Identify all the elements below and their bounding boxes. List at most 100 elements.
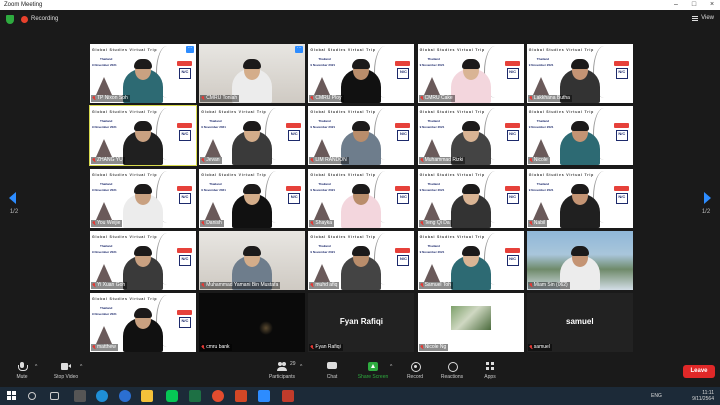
zoom-taskbar-icon[interactable]: [258, 390, 270, 402]
background-date: 9 November 2021: [92, 125, 117, 130]
share-screen-button[interactable]: Share Screen: [353, 362, 393, 380]
participant-tile[interactable]: Global Studies Virtual Trip Thailand 9 Nov…: [308, 44, 415, 103]
participant-tile[interactable]: Fyan Rafiqi Fyan Rafiqi: [308, 293, 415, 353]
participant-tile[interactable]: Global Studies Virtual Trip Thailand 9 Nov…: [417, 106, 524, 166]
view-button[interactable]: View: [692, 15, 714, 21]
background-country: Thailand: [318, 119, 331, 124]
reactions-button[interactable]: Reactions: [432, 362, 472, 380]
participant-video: [341, 183, 382, 228]
background-title: Global Studies Virtual Trip: [201, 110, 267, 115]
participant-name-tag: Nicole Ng: [418, 344, 449, 352]
background-title: Global Studies Virtual Trip: [310, 234, 376, 239]
maximize-icon[interactable]: □: [686, 0, 702, 10]
windows-start-icon[interactable]: [6, 390, 18, 402]
muted-microphone-icon: [310, 96, 314, 101]
temasek-logo: [286, 123, 302, 129]
record-button[interactable]: Record: [395, 362, 435, 380]
background-date: 9 November 2021: [419, 125, 445, 130]
participant-tile[interactable]: Global Studies Virtual Trip Thailand 9 Nov…: [526, 106, 633, 166]
edge-browser-icon[interactable]: [96, 390, 108, 402]
video-options-chevron-icon[interactable]: ^: [80, 364, 82, 370]
participant-name: samuel: [533, 344, 550, 351]
participant-tile[interactable]: Global Studies Virtual Trip Thailand 9 Nov…: [90, 230, 196, 290]
participant-tile[interactable]: Global Studies Virtual Trip Thailand 9 Nov…: [90, 168, 196, 228]
participant-tile[interactable]: Global Studies Virtual Trip Thailand 9 Nov…: [526, 44, 633, 103]
chat-button[interactable]: Chat: [312, 362, 352, 380]
previous-page-arrow-icon[interactable]: [9, 192, 16, 204]
language-indicator[interactable]: ENG: [651, 393, 662, 399]
participant-tile[interactable]: Global Studies Virtual Trip Thailand 9 Nov…: [308, 230, 415, 290]
participant-name: Miam Sin (062): [533, 281, 568, 288]
apps-button[interactable]: Apps: [470, 362, 510, 380]
participant-tile[interactable]: ··· CMRU Tonlah: [199, 44, 306, 103]
powerpoint-icon[interactable]: [235, 390, 247, 402]
next-page-arrow-icon[interactable]: [704, 192, 711, 204]
participant-tile[interactable]: cmru bank: [199, 293, 306, 353]
background-title: Global Studies Virtual Trip: [419, 172, 485, 177]
share-options-chevron-icon[interactable]: ^: [390, 364, 392, 370]
participant-tile[interactable]: Global Studies Virtual Trip Thailand 9 Nov…: [308, 106, 415, 166]
muted-microphone-icon: [201, 96, 205, 101]
participant-name: Muhammad Rizki: [424, 157, 464, 164]
participant-tile[interactable]: Global Studies Virtual Trip Thailand 9 Nov…: [417, 44, 524, 103]
close-icon[interactable]: ×: [704, 0, 720, 10]
view-label: View: [701, 15, 714, 21]
muted-microphone-icon: [420, 96, 424, 101]
participant-name: Jevan: [206, 157, 220, 164]
minimize-icon[interactable]: –: [668, 0, 684, 10]
tile-more-options-icon[interactable]: ···: [295, 46, 304, 53]
pdf-reader-icon[interactable]: [282, 390, 294, 402]
participant-tile[interactable]: Global Studies Virtual Trip Thailand 9 Nov…: [90, 44, 196, 103]
participant-tile[interactable]: Nicole Ng: [417, 293, 524, 353]
leave-button[interactable]: Leave: [683, 365, 715, 378]
mute-options-chevron-icon[interactable]: ^: [35, 364, 37, 370]
participant-tile[interactable]: Global Studies Virtual Trip Thailand 9 Nov…: [199, 168, 306, 228]
nc-logo: N/C: [506, 130, 519, 142]
system-clock[interactable]: 11:11 9/11/2564: [692, 390, 714, 402]
background-country: Thailand: [318, 243, 331, 248]
participant-video: [450, 59, 491, 103]
participant-video: [341, 59, 382, 103]
search-icon[interactable]: [28, 392, 36, 400]
chrome-icon[interactable]: [212, 390, 224, 402]
temple-illustration: [423, 263, 440, 282]
background-country: Thailand: [536, 57, 550, 61]
temasek-logo: [504, 185, 520, 191]
participant-video: [123, 183, 163, 228]
participant-tile[interactable]: Muhammad Yamani Bin Mustafa: [199, 230, 306, 290]
widgets-icon[interactable]: [74, 390, 86, 402]
task-view-icon[interactable]: [50, 392, 59, 400]
background-title: Global Studies Virtual Trip: [92, 297, 158, 302]
participant-tile[interactable]: Global Studies Virtual Trip Thailand 9 Nov…: [89, 105, 197, 167]
participant-tile[interactable]: Global Studies Virtual Trip Thailand 9 Nov…: [308, 168, 415, 228]
temple-illustration: [96, 139, 112, 158]
participants-options-chevron-icon[interactable]: ^: [300, 364, 302, 370]
participant-tile[interactable]: Global Studies Virtual Trip Thailand 9 Nov…: [417, 168, 524, 228]
tile-more-options-icon[interactable]: ···: [186, 46, 194, 53]
participant-name: Muhammad Yamani Bin Mustafa: [206, 281, 279, 288]
participant-name: Nicole: [533, 157, 548, 164]
participants-button[interactable]: Participants: [262, 362, 302, 380]
participant-tile[interactable]: Global Studies Virtual Trip Thailand 9 Nov…: [417, 230, 524, 290]
video-grid: Global Studies Virtual Trip Thailand 9 Nov…: [89, 44, 633, 353]
background-country: Thailand: [100, 119, 113, 124]
temple-illustration: [532, 139, 549, 158]
background-title: Global Studies Virtual Trip: [310, 48, 376, 52]
nc-logo: N/C: [615, 130, 628, 142]
excel-icon[interactable]: [189, 390, 201, 402]
line-app-icon[interactable]: [166, 390, 178, 402]
background-date: 9 November 2021: [310, 187, 336, 192]
temasek-logo: [613, 61, 629, 66]
participant-tile[interactable]: Global Studies Virtual Trip Thailand 9 Nov…: [90, 293, 196, 353]
temple-illustration: [423, 139, 440, 158]
participant-tile[interactable]: Miam Sin (062): [526, 230, 633, 290]
participant-tile[interactable]: Global Studies Virtual Trip Thailand 9 Nov…: [526, 168, 633, 228]
file-explorer-icon[interactable]: [141, 390, 153, 402]
muted-microphone-icon: [529, 158, 533, 163]
participant-tile[interactable]: Global Studies Virtual Trip Thailand 9 Nov…: [199, 106, 306, 166]
share-screen-label: Share Screen: [357, 374, 389, 380]
chat-label: Chat: [326, 374, 338, 380]
security-shield-icon[interactable]: [6, 15, 14, 24]
participant-tile[interactable]: samuel samuel: [526, 293, 633, 353]
internet-explorer-icon[interactable]: [119, 390, 131, 402]
